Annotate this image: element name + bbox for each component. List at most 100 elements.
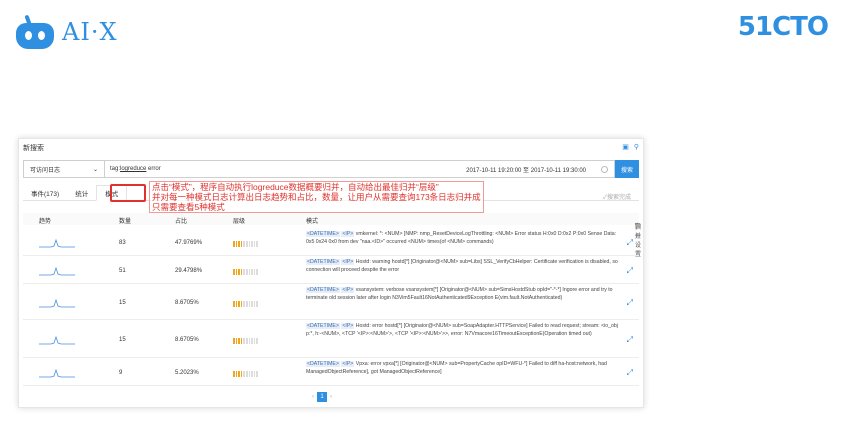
- trend-sparkline: [39, 238, 75, 248]
- row-ratio: 47.9769%: [175, 240, 203, 246]
- level-segment: [235, 338, 238, 344]
- log-search-panel: 新搜索 ▣ ⚲ 可访问日志 ⌄ tag: logreduce error 2017…: [18, 138, 644, 408]
- level-segment: [248, 371, 251, 377]
- time-range[interactable]: 2017-10-11 19:20:00 至 2017-10-11 19:30:0…: [466, 165, 586, 174]
- datetime-tag: <DATETIME>: [306, 323, 340, 329]
- level-bar[interactable]: [233, 338, 258, 344]
- datetime-tag: <DATETIME>: [306, 259, 340, 265]
- pager-current[interactable]: 1: [317, 392, 327, 402]
- level-segment: [238, 241, 240, 247]
- row-ratio: 29.4798%: [175, 268, 203, 274]
- level-segment: [233, 241, 235, 247]
- row-pattern: <DATETIME> <IP> vsansystem: verbose vsan…: [306, 287, 618, 302]
- query-input[interactable]: tag: logreduce error 2017-10-11 19:20:00 …: [105, 160, 615, 178]
- level-segment: [256, 338, 258, 344]
- expand-icon[interactable]: ⤢: [627, 266, 633, 276]
- level-segment: [256, 371, 258, 377]
- level-segment: [251, 371, 253, 377]
- datetime-tag: <DATETIME>: [306, 287, 340, 293]
- row-count: 15: [119, 300, 126, 306]
- level-segment: [243, 301, 245, 307]
- level-segment: [243, 338, 245, 344]
- level-segment: [248, 241, 251, 247]
- table-row: 51 29.4798% <DATETIME> <IP> Hostd: warning…: [23, 256, 639, 284]
- level-segment: [253, 371, 256, 377]
- save-icon[interactable]: ▣: [622, 143, 629, 151]
- logstore-select[interactable]: 可访问日志 ⌄: [23, 160, 105, 178]
- pager-next[interactable]: ›: [330, 394, 332, 400]
- chevron-down-icon: ⌄: [92, 166, 98, 173]
- pattern-tab-highlight: [110, 184, 146, 202]
- ip-tag: <IP>: [341, 287, 355, 293]
- level-segment: [256, 241, 258, 247]
- col-level: 层级: [233, 219, 246, 225]
- row-count: 51: [119, 268, 126, 274]
- ip-tag: <IP>: [341, 361, 355, 367]
- expand-icon[interactable]: ⤢: [627, 368, 633, 378]
- level-segment: [243, 241, 245, 247]
- table-header: 趋势 数量 占比 层级 模式 ▣ 归并设置 ⌗ 归并 ◀ 后退: [23, 213, 641, 258]
- trend-sparkline: [39, 298, 75, 308]
- tab-events[interactable]: 事件(173): [23, 185, 67, 201]
- level-bar[interactable]: [233, 241, 258, 247]
- search-button[interactable]: 搜索: [615, 160, 639, 178]
- annotation-line: 并对每一种模式日志计算出日志趋势和占比，数量，让用户从需要查询173条日志归并成: [152, 192, 481, 202]
- level-segment: [245, 269, 248, 275]
- query-prefix: tag:: [110, 166, 121, 172]
- level-segment: [235, 371, 238, 377]
- ip-tag: <IP>: [341, 231, 355, 237]
- level-segment: [233, 269, 235, 275]
- expand-icon[interactable]: ⤢: [627, 335, 633, 345]
- tab-stats[interactable]: 统计: [67, 185, 96, 201]
- level-bar[interactable]: [233, 269, 258, 275]
- aix-brand-text: AI·X: [62, 18, 118, 46]
- level-bar[interactable]: [233, 301, 258, 307]
- share-icon[interactable]: ⚲: [634, 143, 639, 151]
- table-row: 15 8.6705% <DATETIME> <IP> Hostd: error ho…: [23, 320, 639, 358]
- level-segment: [245, 371, 248, 377]
- panel-title: 新搜索: [23, 145, 44, 152]
- level-segment: [251, 241, 253, 247]
- expand-icon[interactable]: ⤢: [627, 298, 633, 308]
- level-segment: [256, 301, 258, 307]
- level-segment: [235, 301, 238, 307]
- level-bar[interactable]: [233, 371, 258, 377]
- level-segment: [238, 301, 240, 307]
- trend-sparkline: [39, 266, 75, 276]
- pager: ‹ 1 ›: [312, 392, 332, 402]
- aix-logo: AI·X: [16, 12, 118, 52]
- search-done-status: ✓搜索完成: [602, 195, 631, 201]
- row-count: 83: [119, 240, 126, 246]
- row-pattern: <DATETIME> <IP> vmkernel: *: <NUM> ]NMP:…: [306, 231, 618, 246]
- level-segment: [248, 269, 251, 275]
- row-ratio: 8.6705%: [175, 300, 199, 306]
- level-segment: [248, 301, 251, 307]
- level-segment: [251, 338, 253, 344]
- level-segment: [245, 301, 248, 307]
- level-segment: [251, 301, 253, 307]
- row-pattern: <DATETIME> <IP> Hostd: warning hostd[*] …: [306, 259, 618, 274]
- robot-icon: [16, 14, 54, 49]
- level-segment: [235, 241, 238, 247]
- row-ratio: 5.2023%: [175, 370, 199, 376]
- level-segment: [233, 301, 235, 307]
- table-row: 9 5.2023% <DATETIME> <IP> Vpxa: error vpxa…: [23, 358, 639, 386]
- row-count: 15: [119, 337, 126, 343]
- clock-icon[interactable]: [601, 165, 608, 173]
- level-segment: [233, 338, 235, 344]
- level-segment: [240, 241, 243, 247]
- level-segment: [245, 241, 248, 247]
- level-segment: [243, 371, 245, 377]
- col-count: 数量: [119, 219, 132, 225]
- pager-prev[interactable]: ‹: [312, 394, 314, 400]
- row-count: 9: [119, 370, 123, 376]
- expand-icon[interactable]: ⤢: [627, 238, 633, 248]
- ip-tag: <IP>: [341, 259, 355, 265]
- query-suffix: error: [146, 166, 161, 172]
- annotation-line: 只需要查看5种模式: [152, 202, 225, 212]
- query-term: logreduce: [120, 166, 147, 172]
- level-segment: [233, 371, 235, 377]
- trend-sparkline: [39, 335, 75, 345]
- level-segment: [253, 241, 256, 247]
- col-ratio: 占比: [175, 219, 188, 225]
